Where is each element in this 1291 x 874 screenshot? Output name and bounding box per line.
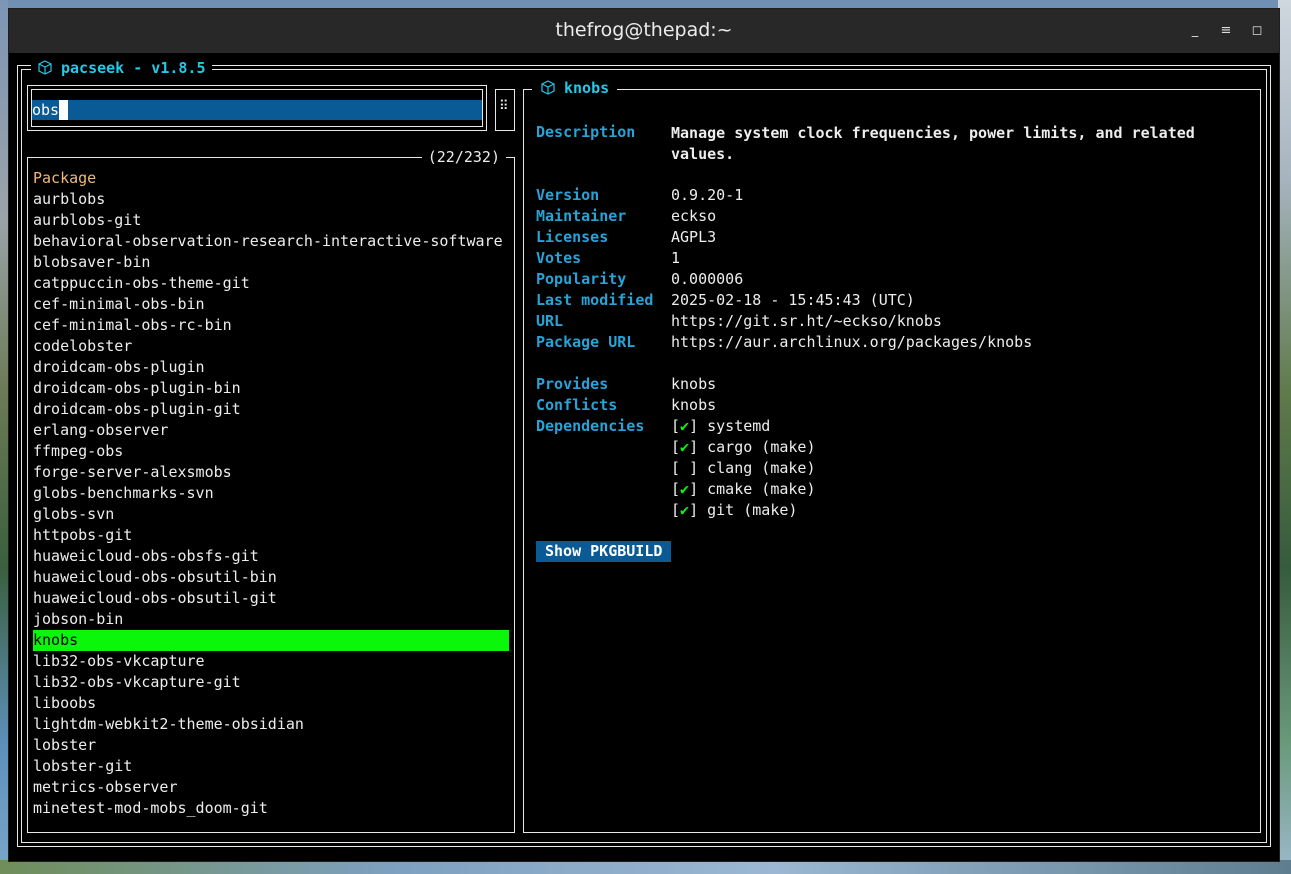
package-row[interactable]: erlang-observer [33,420,509,441]
value-provides: knobs [671,375,717,393]
search-value: obs [32,101,60,119]
dependency-name: git (make) [707,501,798,519]
package-row[interactable]: minetest-mod-mobs_doom-git [33,798,509,819]
menu-button[interactable]: ≡ [1216,21,1236,41]
value-popularity: 0.000006 [671,270,744,288]
label-dependencies: Dependencies [536,417,645,435]
value-url-link[interactable]: https://git.sr.ht/~eckso/knobs [671,312,942,330]
menu-dots-icon: ⠿ [499,99,509,114]
package-row[interactable]: jobson-bin [33,609,509,630]
package-details: knobs Description Manage system clock fr… [523,79,1261,833]
package-row[interactable]: huaweicloud-obs-obsfs-git [33,546,509,567]
details-title-text: knobs [564,79,610,97]
value-package-url-link[interactable]: https://aur.archlinux.org/packages/knobs [671,333,1032,351]
check-icon: ✔ [680,417,690,435]
value-licenses: AGPL3 [671,228,717,246]
package-row-selected[interactable]: knobs [33,630,509,651]
app-title-text: pacseek - v1.8.5 [61,59,206,77]
package-row[interactable]: huaweicloud-obs-obsutil-git [33,588,509,609]
label-provides: Provides [536,375,609,393]
check-icon: ✔ [680,501,690,519]
package-row[interactable]: catppuccin-obs-theme-git [33,273,509,294]
package-row[interactable]: lib32-obs-vkcapture [33,651,509,672]
desktop-wallpaper-bottom [0,860,1291,874]
label-votes: Votes [536,249,582,267]
value-description: Manage system clock frequencies, power l… [671,124,1195,163]
package-row[interactable]: blobsaver-bin [33,252,509,273]
package-row[interactable]: lib32-obs-vkcapture-git [33,672,509,693]
check-icon: ✔ [680,438,690,456]
value-conflicts: knobs [671,396,717,414]
value-votes: 1 [671,249,681,267]
package-row[interactable]: cef-minimal-obs-bin [33,294,509,315]
search-input[interactable]: obs [32,100,482,120]
result-count: (22/232) [421,148,506,166]
window-titlebar[interactable]: thefrog@thepad:~ _ ≡ ◻ [9,9,1279,53]
label-last-modified: Last modified [536,291,654,309]
label-maintainer: Maintainer [536,207,627,225]
maximize-button[interactable]: ◻ [1247,21,1267,41]
package-row[interactable]: metrics-observer [33,777,509,798]
package-row[interactable]: aurblobs [33,189,509,210]
check-icon [680,459,689,477]
details-title: knobs [532,79,618,97]
package-list-rows: Package aurblobs aurblobs-git behavioral-o… [33,168,509,819]
package-row[interactable]: droidcam-obs-plugin-git [33,399,509,420]
dependency-item[interactable]: [✔] cmake (make) [671,480,816,498]
text-cursor [59,100,69,120]
dependency-name: cargo (make) [707,438,816,456]
package-list[interactable]: (22/232) Package aurblobs aurblobs-git beh… [27,148,515,833]
package-row[interactable]: lobster-git [33,756,509,777]
label-url: URL [536,312,564,330]
package-row[interactable]: globs-svn [33,504,509,525]
label-package-url: Package URL [536,333,636,351]
label-version: Version [536,186,600,204]
minimize-button[interactable]: _ [1185,21,1205,41]
dependency-name: cmake (make) [707,480,816,498]
package-row[interactable]: ffmpeg-obs [33,441,509,462]
package-row[interactable]: behavioral-observation-research-interact… [33,231,509,252]
dependency-item[interactable]: [✔] git (make) [671,501,797,519]
value-version: 0.9.20-1 [671,186,744,204]
show-pkgbuild-button[interactable]: Show PKGBUILD [536,541,672,562]
package-row[interactable]: globs-benchmarks-svn [33,483,509,504]
dependency-item[interactable]: [✔] systemd [671,417,770,435]
package-row[interactable]: forge-server-alexsmobs [33,462,509,483]
label-popularity: Popularity [536,270,627,288]
desktop-wallpaper [0,0,8,874]
app-title: pacseek - v1.8.5 [31,59,212,77]
check-icon: ✔ [680,480,690,498]
package-row[interactable]: huaweicloud-obs-obsutil-bin [33,567,509,588]
value-last-modified: 2025-02-18 - 15:45:43 (UTC) [671,291,915,309]
package-row[interactable]: codelobster [33,336,509,357]
package-row[interactable]: liboobs [33,693,509,714]
package-row[interactable]: lobster [33,735,509,756]
value-maintainer: eckso [671,207,717,225]
window-title: thefrog@thepad:~ [555,19,733,41]
package-row[interactable]: httpobs-git [33,525,509,546]
terminal-content: pacseek - v1.8.5 obs ⠿ (22/232) Package … [9,53,1279,861]
dependency-name: systemd [707,417,771,435]
package-icon [38,60,52,75]
dependency-item[interactable]: [ ] clang (make) [671,459,816,477]
label-licenses: Licenses [536,228,609,246]
settings-menu-button[interactable]: ⠿ [495,89,515,131]
package-row[interactable]: cef-minimal-obs-rc-bin [33,315,509,336]
package-row[interactable]: droidcam-obs-plugin-bin [33,378,509,399]
label-conflicts: Conflicts [536,396,618,414]
column-header-package[interactable]: Package [33,168,509,189]
package-icon [541,80,555,95]
dependency-item[interactable]: [✔] cargo (make) [671,438,816,456]
package-row[interactable]: droidcam-obs-plugin [33,357,509,378]
dependency-name: clang (make) [707,459,816,477]
terminal-window: thefrog@thepad:~ _ ≡ ◻ pacseek - v1.8.5 … [8,8,1280,862]
package-row[interactable]: lightdm-webkit2-theme-obsidian [33,714,509,735]
package-row[interactable]: aurblobs-git [33,210,509,231]
label-description: Description [536,123,636,141]
